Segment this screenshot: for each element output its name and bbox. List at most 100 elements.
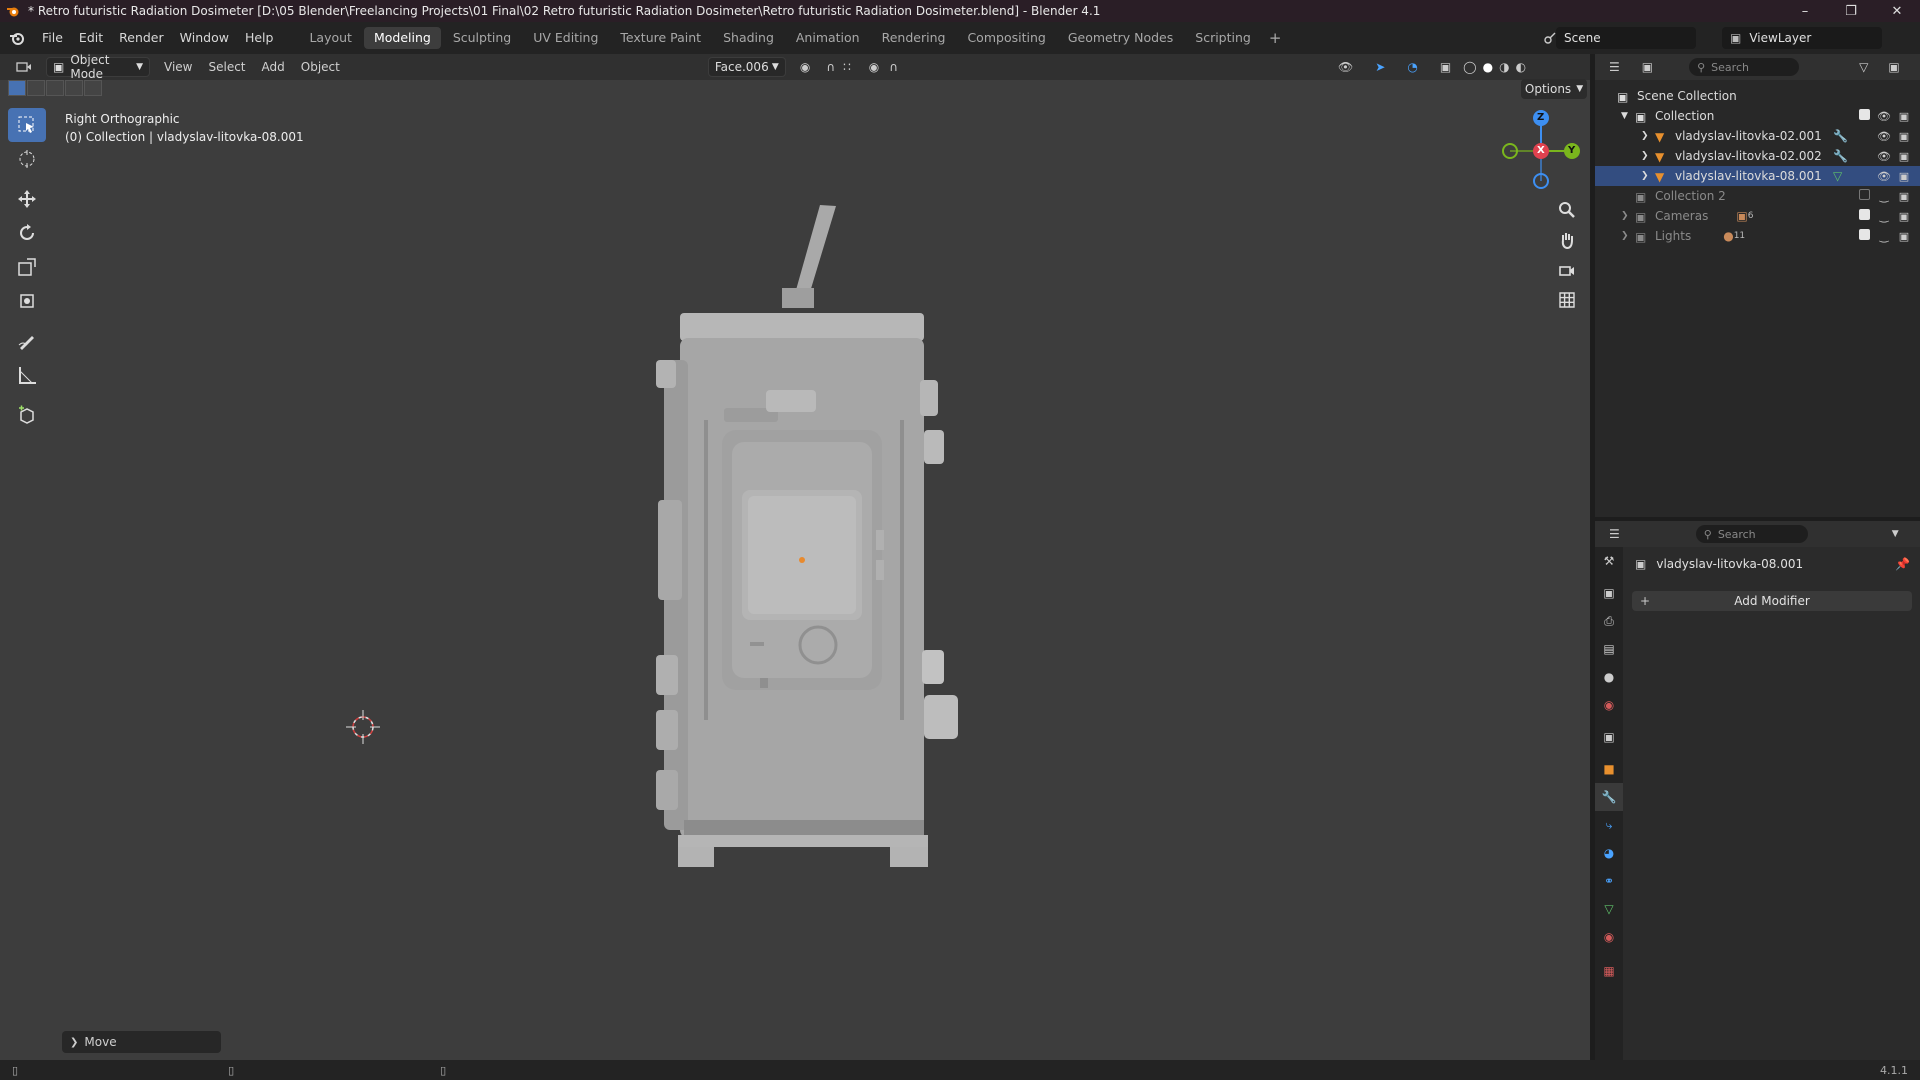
render-camera-icon[interactable]: ▣ xyxy=(1894,230,1914,243)
world-tab-icon[interactable]: ◉ xyxy=(1595,691,1623,719)
minimize-button[interactable]: – xyxy=(1782,0,1828,22)
select-subtract-icon[interactable] xyxy=(46,80,64,96)
mesh-data-icon[interactable]: ▽ xyxy=(1833,169,1842,183)
eye-closed-icon[interactable]: ‿ xyxy=(1874,230,1894,243)
scale-tool-icon[interactable] xyxy=(8,250,46,284)
render-camera-icon[interactable]: ▣ xyxy=(1894,150,1914,163)
modifier-wrench-icon[interactable]: 🔧 xyxy=(1833,129,1848,143)
render-camera-icon[interactable]: ▣ xyxy=(1894,130,1914,143)
select-box-icon[interactable] xyxy=(8,108,46,142)
mode-dropdown[interactable]: ▣ Object Mode ▼ xyxy=(46,53,150,81)
eye-icon[interactable]: 👁 xyxy=(1874,130,1894,143)
include-checkbox[interactable] xyxy=(1854,189,1874,203)
snap-target-icon[interactable]: ∷ xyxy=(843,60,851,74)
gizmo-y-label[interactable]: Y xyxy=(1568,145,1575,156)
menu-render[interactable]: Render xyxy=(111,22,172,54)
rendered-shading-icon[interactable]: ◐ xyxy=(1516,60,1526,74)
pan-hand-icon[interactable] xyxy=(1553,226,1581,254)
physics-tab-icon[interactable]: ◕ xyxy=(1595,839,1623,867)
chevron-down-icon[interactable]: ▼ xyxy=(1892,529,1899,539)
menu-view[interactable]: View xyxy=(156,60,200,74)
outliner-row-object-active[interactable]: ❯ ▼ vladyslav-litovka-08.001 ▽ 👁 ▣ xyxy=(1595,166,1920,186)
tab-layout[interactable]: Layout xyxy=(299,27,362,49)
editor-type-icon[interactable] xyxy=(10,57,40,77)
last-operator-panel[interactable]: ❯ Move xyxy=(62,1031,221,1053)
menu-window[interactable]: Window xyxy=(172,22,237,54)
tool-tab-icon[interactable]: ⚒ xyxy=(1595,547,1623,575)
modifier-tab-icon[interactable]: 🔧 xyxy=(1595,783,1623,811)
material-shading-icon[interactable]: ◑ xyxy=(1499,60,1509,74)
wireframe-shading-icon[interactable]: ◯ xyxy=(1463,60,1476,74)
outliner-row-cameras[interactable]: ❯ ▣ Cameras ▣ 6 ‿ ▣ xyxy=(1595,206,1920,226)
material-tab-icon[interactable]: ◉ xyxy=(1595,923,1623,951)
tab-compositing[interactable]: Compositing xyxy=(957,27,1055,49)
modifier-wrench-icon[interactable]: 🔧 xyxy=(1833,149,1848,163)
tab-rendering[interactable]: Rendering xyxy=(872,27,956,49)
transform-orientation-dropdown[interactable]: Face.006 ▼ xyxy=(707,57,786,77)
camera-view-icon[interactable] xyxy=(1553,256,1581,284)
menu-add[interactable]: Add xyxy=(254,60,293,74)
tab-uv-editing[interactable]: UV Editing xyxy=(523,27,608,49)
properties-search[interactable]: ⚲ Search xyxy=(1695,525,1808,543)
outliner-row-object[interactable]: ❯ ▼ vladyslav-litovka-02.001 🔧 👁 ▣ xyxy=(1595,126,1920,146)
add-cube-tool-icon[interactable] xyxy=(8,398,46,432)
render-camera-icon[interactable]: ▣ xyxy=(1894,170,1914,183)
render-camera-icon[interactable]: ▣ xyxy=(1894,190,1914,203)
outliner-row-lights[interactable]: ❯ ▣ Lights ● 11 ‿ ▣ xyxy=(1595,226,1920,246)
eye-icon[interactable]: 👁 xyxy=(1874,170,1894,183)
menu-file[interactable]: File xyxy=(34,22,71,54)
add-workspace-icon[interactable]: + xyxy=(1263,29,1288,47)
include-checkbox[interactable] xyxy=(1854,209,1874,223)
add-modifier-button[interactable]: + Add Modifier xyxy=(1632,591,1912,611)
object-tab-icon[interactable]: ■ xyxy=(1595,755,1623,783)
overlays-icon[interactable]: ◔ xyxy=(1407,60,1417,74)
proportional-editing-icon[interactable]: ◉ xyxy=(869,60,879,74)
outliner-editor-icon[interactable]: ☰ xyxy=(1609,60,1620,74)
tab-shading[interactable]: Shading xyxy=(713,27,784,49)
collection-tab-icon[interactable]: ▣ xyxy=(1595,723,1623,751)
output-tab-icon[interactable]: ⎙ xyxy=(1595,607,1623,635)
menu-object[interactable]: Object xyxy=(293,60,348,74)
constraints-tab-icon[interactable]: ⚭ xyxy=(1595,867,1623,895)
move-tool-icon[interactable] xyxy=(8,182,46,216)
outliner-row-object[interactable]: ❯ ▼ vladyslav-litovka-02.002 🔧 👁 ▣ xyxy=(1595,146,1920,166)
properties-editor-icon[interactable]: ☰ xyxy=(1609,527,1620,541)
3d-viewport[interactable]: Z X Y xyxy=(0,80,1590,1060)
pivot-point-icon[interactable]: ◉ xyxy=(800,60,810,74)
outliner-row-scene-collection[interactable]: ▣ Scene Collection xyxy=(1595,86,1920,106)
expand-right-icon[interactable]: ❯ xyxy=(1621,231,1635,241)
scene-field[interactable]: Scene xyxy=(1556,27,1696,49)
select-new-icon[interactable] xyxy=(8,80,26,96)
menu-help[interactable]: Help xyxy=(237,22,282,54)
menu-edit[interactable]: Edit xyxy=(71,22,111,54)
include-checkbox[interactable] xyxy=(1854,109,1874,123)
snap-icon[interactable]: ∩ xyxy=(826,60,835,74)
eye-icon[interactable]: 👁 xyxy=(1874,150,1894,163)
gizmo-x-label[interactable]: X xyxy=(1537,145,1545,156)
eye-closed-icon[interactable]: ‿ xyxy=(1874,210,1894,223)
particles-tab-icon[interactable]: ⤷ xyxy=(1595,811,1623,839)
measure-tool-icon[interactable] xyxy=(8,358,46,392)
falloff-icon[interactable]: ∩ xyxy=(889,60,898,74)
cursor-tool-icon[interactable] xyxy=(8,142,46,176)
eye-closed-icon[interactable]: ‿ xyxy=(1874,190,1894,203)
expand-right-icon[interactable]: ❯ xyxy=(1641,171,1655,181)
zoom-icon[interactable] xyxy=(1553,196,1581,224)
render-camera-icon[interactable]: ▣ xyxy=(1894,210,1914,223)
filter-icon[interactable]: ▽ xyxy=(1859,60,1868,74)
tab-texture-paint[interactable]: Texture Paint xyxy=(610,27,711,49)
view-layer-field[interactable]: ▣ ViewLayer xyxy=(1722,27,1882,49)
maximize-button[interactable]: ❐ xyxy=(1828,0,1874,22)
data-tab-icon[interactable]: ▽ xyxy=(1595,895,1623,923)
expand-right-icon[interactable]: ❯ xyxy=(1641,131,1655,141)
display-mode-icon[interactable]: ▣ xyxy=(1642,60,1653,74)
blender-menu-icon[interactable] xyxy=(0,30,34,46)
select-invert-icon[interactable] xyxy=(65,80,83,96)
gizmo-icon[interactable]: ➤ xyxy=(1375,60,1385,74)
outliner-search[interactable]: ⚲ Search xyxy=(1689,58,1800,76)
select-extend-icon[interactable] xyxy=(27,80,45,96)
outliner-row-collection[interactable]: ▼ ▣ Collection 👁 ▣ xyxy=(1595,106,1920,126)
rotate-tool-icon[interactable] xyxy=(8,216,46,250)
xray-icon[interactable]: ▣ xyxy=(1440,60,1451,74)
select-intersect-icon[interactable] xyxy=(84,80,102,96)
